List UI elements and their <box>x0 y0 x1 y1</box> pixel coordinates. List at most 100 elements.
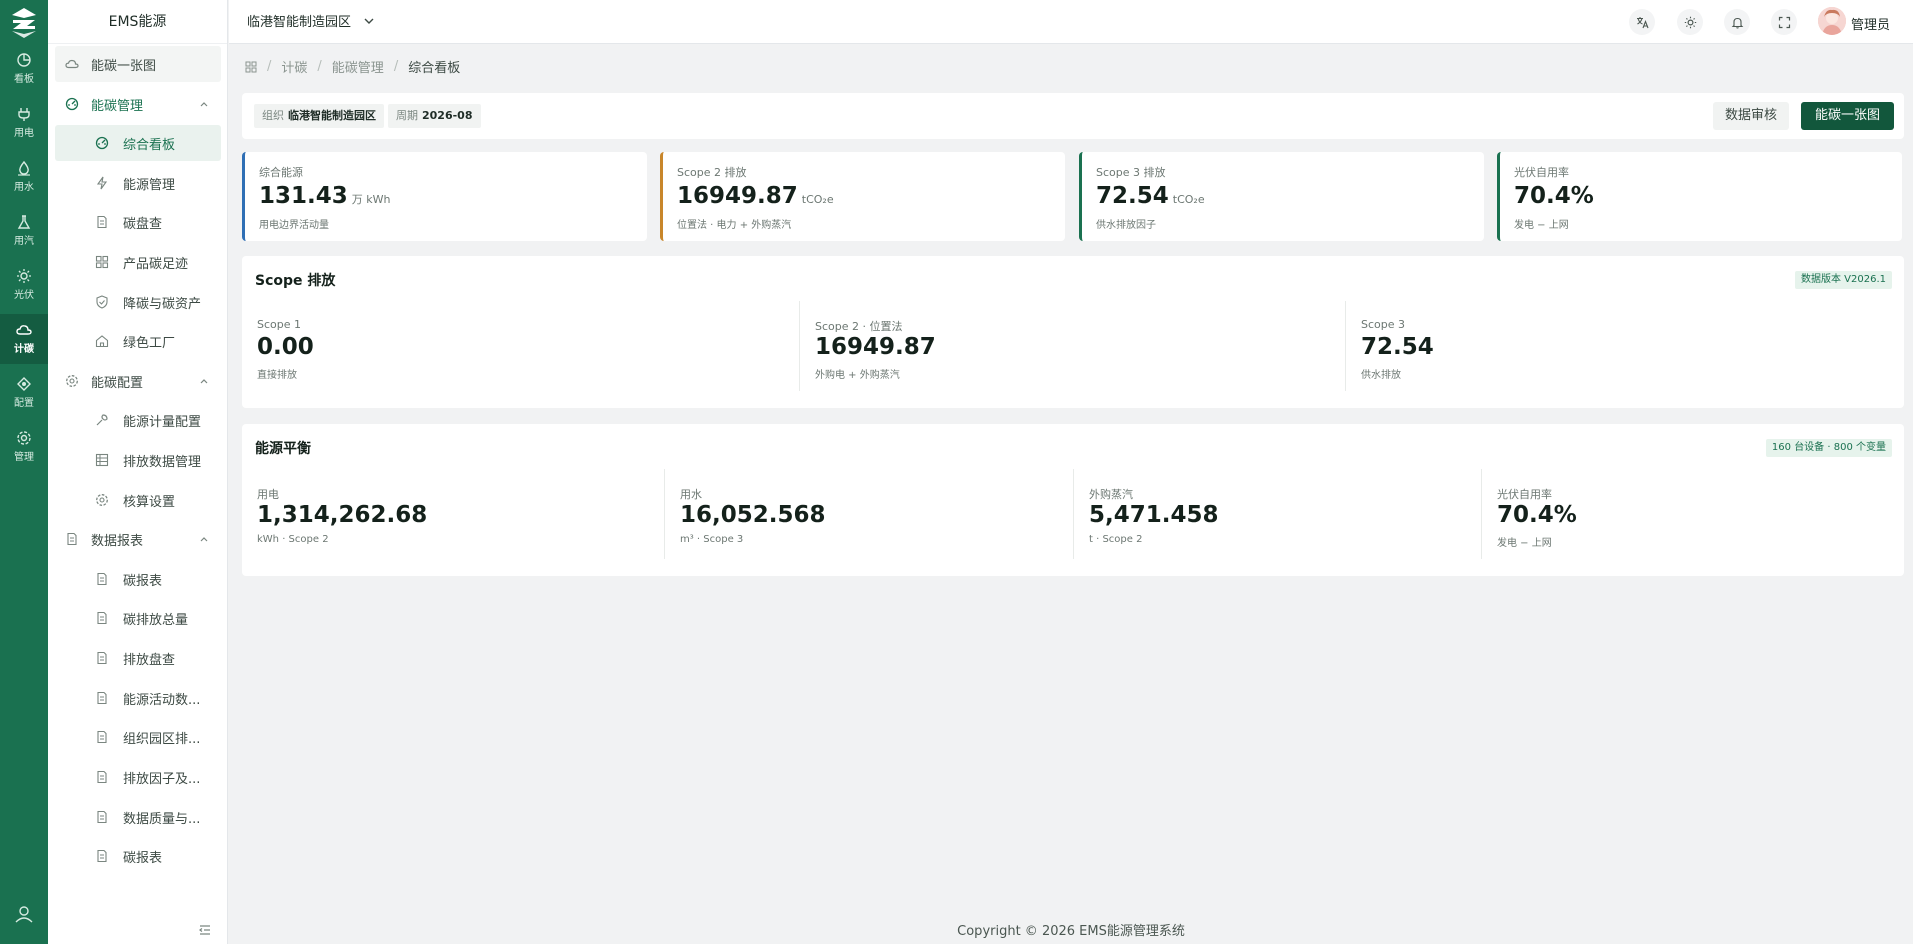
kpi-subtitle: 发电 − 上网 <box>1514 220 1569 231</box>
sidebar-item-carbon-report[interactable]: 碳报表 <box>55 561 221 597</box>
kpi-value: 70.4% <box>1514 183 1598 209</box>
metric-value: 1,314,262.68 <box>257 502 428 528</box>
kpi-number: 16949.87 <box>677 183 798 209</box>
metric-value: 16,052.568 <box>680 502 826 528</box>
document-icon <box>65 532 79 546</box>
translate-icon <box>1636 16 1649 28</box>
energy-carbon-map-button[interactable]: 能碳一张图 <box>1801 102 1895 130</box>
sidebar-item-label: 能碳管理 <box>91 98 144 114</box>
copyright-footer: Copyright © 2026 EMS能源管理系统 <box>957 924 1185 939</box>
rail-item-dashboard[interactable]: 看板 <box>0 44 48 94</box>
user-profile-icon[interactable] <box>14 904 34 924</box>
kpi-unit: 万 kWh <box>351 193 391 206</box>
chevron-up-icon <box>200 102 208 107</box>
avatar-image <box>1818 7 1846 35</box>
data-review-button[interactable]: 数据审核 <box>1713 102 1790 130</box>
sidebar-item-label: 绿色工厂 <box>123 335 176 351</box>
metric-pv-self-use: 光伏自用率 70.4% 发电 − 上网 <box>1481 469 1904 559</box>
user-name[interactable]: 管理员 <box>1851 14 1890 33</box>
metric-scope2: Scope 2 · 位置法 16949.87 外购电 + 外购蒸汽 <box>799 301 1345 391</box>
sidebar-item-label: 碳盘查 <box>123 216 163 232</box>
rail-item-label: 用汽 <box>14 236 34 247</box>
app-rail: 看板 用电 用水 用汽 光伏 计碳 配置 管理 <box>0 0 48 944</box>
cloud-icon <box>16 325 32 335</box>
sidebar-item-energy-management[interactable]: 能源管理 <box>55 165 221 201</box>
rail-item-carbon[interactable]: 计碳 <box>0 314 48 364</box>
water-drop-icon <box>18 160 30 176</box>
rail-item-electricity[interactable]: 用电 <box>0 98 48 148</box>
sidebar-item-product-footprint[interactable]: 产品碳足迹 <box>55 244 221 280</box>
notifications-button[interactable] <box>1724 9 1750 35</box>
sidebar-item-accounting-settings[interactable]: 核算设置 <box>55 482 221 518</box>
sidebar-item-data-quality[interactable]: 数据质量与... <box>55 799 221 835</box>
org-filter-tag[interactable]: 组织 临港智能制造园区 <box>254 104 384 128</box>
fullscreen-icon <box>1778 16 1790 28</box>
sidebar-group-carbon-management[interactable]: 能碳管理 <box>55 86 221 122</box>
rail-item-label: 管理 <box>14 452 34 463</box>
pie-chart-icon <box>17 53 31 67</box>
sidebar-item-meter-config[interactable]: 能源计量配置 <box>55 402 221 438</box>
theme-toggle-button[interactable] <box>1677 9 1703 35</box>
sidebar-item-emission-data[interactable]: 排放数据管理 <box>55 442 221 478</box>
metric-label: 用水 <box>680 488 702 501</box>
rail-item-admin[interactable]: 管理 <box>0 422 48 472</box>
kpi-number: 72.54 <box>1096 183 1169 209</box>
avatar[interactable] <box>1818 7 1846 35</box>
sidebar-item-carbon-report-2[interactable]: 碳报表 <box>55 838 221 874</box>
rail-item-solar[interactable]: 光伏 <box>0 260 48 310</box>
metric-subtitle: m³ · Scope 3 <box>680 534 744 545</box>
breadcrumb-item[interactable]: 能碳管理 <box>332 57 384 76</box>
app-logo[interactable] <box>7 5 41 39</box>
breadcrumb-item[interactable]: 计碳 <box>281 57 307 76</box>
chevron-up-icon <box>200 537 208 542</box>
sidebar-item-overview-board[interactable]: 综合看板 <box>55 125 221 161</box>
fullscreen-button[interactable] <box>1771 9 1797 35</box>
rail-item-label: 看板 <box>14 74 34 85</box>
period-filter-tag[interactable]: 周期 2026-08 <box>388 104 481 128</box>
rail-item-config[interactable]: 配置 <box>0 368 48 418</box>
sidebar-group-carbon-config[interactable]: 能碳配置 <box>55 363 221 399</box>
settings-sliders-icon <box>17 377 31 391</box>
sidebar-item-energy-carbon-map[interactable]: 能碳一张图 <box>55 46 221 82</box>
metric-electricity: 用电 1,314,262.68 kWh · Scope 2 <box>242 469 664 559</box>
bell-icon <box>1731 17 1743 29</box>
sidebar-item-label: 能源管理 <box>123 177 176 193</box>
sidebar-item-total-emissions[interactable]: 碳排放总量 <box>55 600 221 636</box>
metric-subtitle: 供水排放 <box>1361 370 1401 381</box>
rail-item-water[interactable]: 用水 <box>0 152 48 202</box>
rail-item-label: 配置 <box>14 398 34 409</box>
document-icon <box>95 770 109 784</box>
sidebar-item-emission-factors[interactable]: 排放因子及... <box>55 759 221 795</box>
sidebar-brand: EMS能源 <box>48 0 227 44</box>
sidebar-item-org-park-emissions[interactable]: 组织园区排... <box>55 719 221 755</box>
sidebar-item-label: 组织园区排... <box>123 731 201 747</box>
sidebar-item-label: 能碳一张图 <box>91 58 157 74</box>
sidebar-item-carbon-assets[interactable]: 降碳与碳资产 <box>55 284 221 320</box>
collapse-sidebar-icon[interactable] <box>197 922 213 938</box>
metric-value: 72.54 <box>1361 334 1434 360</box>
home-grid-icon[interactable] <box>245 61 257 73</box>
language-button[interactable] <box>1629 9 1655 35</box>
sidebar-group-data-reports[interactable]: 数据报表 <box>55 521 221 557</box>
table-icon <box>95 453 109 467</box>
rail-item-steam[interactable]: 用汽 <box>0 206 48 256</box>
kpi-subtitle: 用电边界活动量 <box>259 220 329 231</box>
rail-item-label: 光伏 <box>14 290 34 301</box>
sidebar-item-label: 核算设置 <box>123 494 176 510</box>
sidebar-item-label: 降碳与碳资产 <box>123 296 202 312</box>
gear-icon <box>95 493 109 507</box>
lightning-icon <box>95 176 109 190</box>
energy-balance-card: 能源平衡 160 台设备 · 800 个变量 用电 1,314,262.68 k… <box>242 424 1904 576</box>
kpi-unit: tCO₂e <box>1172 193 1205 206</box>
sidebar-item-carbon-inventory[interactable]: 碳盘查 <box>55 204 221 240</box>
rail-item-label: 计碳 <box>14 344 34 355</box>
park-selector[interactable]: 临港智能制造园区 <box>247 11 375 30</box>
document-icon <box>95 611 109 625</box>
sidebar-item-green-factory[interactable]: 绿色工厂 <box>55 323 221 359</box>
chevron-down-icon <box>364 18 374 24</box>
kpi-number: 70.4% <box>1514 183 1594 209</box>
breadcrumb-separator: / <box>317 59 322 74</box>
sidebar-item-energy-activity[interactable]: 能源活动数... <box>55 680 221 716</box>
sidebar-item-label: 排放因子及... <box>123 771 201 787</box>
sidebar-item-emission-inventory[interactable]: 排放盘查 <box>55 640 221 676</box>
